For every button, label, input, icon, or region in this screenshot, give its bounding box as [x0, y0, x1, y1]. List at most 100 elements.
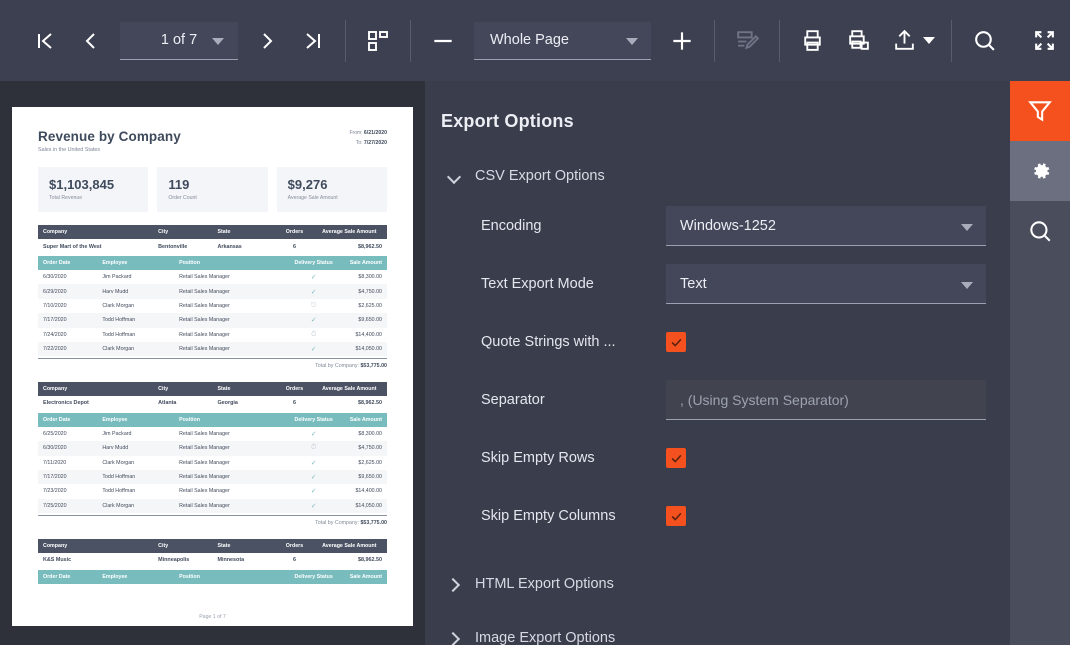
next-page-button[interactable] [244, 18, 290, 64]
rail-settings-button[interactable] [1010, 141, 1070, 201]
table-row: 6/25/2020 Jim Packard Retail Sales Manager… [38, 427, 387, 441]
document-preview-pane[interactable]: Revenue by Company Sales in the United S… [0, 81, 425, 645]
delivery-status-cell: ✓ [285, 498, 342, 513]
employee-cell: Clark Morgan [97, 498, 175, 513]
section-html-export-options[interactable]: HTML Export Options [425, 569, 1010, 599]
company-table: Company City State Orders Average Sale Amoun… [38, 538, 387, 568]
kpi-label: Average Sale Amount [287, 195, 338, 201]
company-cell: Atlanta [158, 400, 177, 407]
page-layout-button[interactable] [355, 18, 401, 64]
column-header: Employee [97, 569, 175, 584]
company-table: Company City State Orders Average Sale Amoun… [38, 225, 387, 254]
employee-cell: Clark Morgan [97, 341, 175, 357]
detail-table: Order Date Employee Position Delivery Statu… [38, 256, 387, 357]
table-header-row: Order Date Employee Position Delivery Statu… [38, 412, 387, 427]
company-cell: Arkansas [217, 243, 242, 250]
row-text-export-mode: Text Export Mode Text [425, 255, 1010, 313]
order-date-cell: 6/30/2020 [38, 441, 98, 456]
position-cell: Retail Sales Manager [174, 498, 286, 513]
first-page-button[interactable] [22, 18, 68, 64]
delivery-status-cell: ⏱ [285, 441, 342, 456]
employee-cell: Todd Hoffman [102, 488, 136, 495]
edit-document-button[interactable] [724, 18, 770, 64]
column-header: Company [38, 381, 154, 396]
zoom-out-button[interactable] [420, 18, 466, 64]
employee-cell: Harv Mudd [97, 284, 175, 299]
export-menu-caret-icon[interactable] [923, 37, 935, 44]
employee-cell: Todd Hoffman [102, 331, 136, 338]
skip-empty-columns-checkbox[interactable] [666, 506, 686, 526]
text-export-mode-value: Text [680, 275, 707, 292]
column-header: Orders [271, 381, 318, 396]
report-group: Company City State Orders Average Sale Amoun… [38, 538, 387, 584]
table-header-row: Company City State Orders Average Sale Amoun… [38, 225, 387, 239]
employee-cell: Harv Mudd [97, 441, 175, 456]
kpi-value: $9,276 [287, 177, 328, 192]
company-cell: 6 [292, 400, 296, 407]
rail-search-button[interactable] [1010, 201, 1070, 261]
sale-amount-cell: $14,400.00 [355, 331, 382, 338]
report-group: Company City State Orders Average Sale Amoun… [38, 381, 387, 526]
column-header: Delivery Status [285, 412, 342, 427]
export-button[interactable] [881, 18, 927, 64]
table-row: 7/22/2020 Clark Morgan Retail Sales Manage… [38, 341, 387, 357]
table-row: 7/25/2020 Clark Morgan Retail Sales Manage… [38, 498, 387, 513]
row-quote-strings: Quote Strings with ... [425, 313, 1010, 371]
zoom-level-dropdown[interactable]: Whole Page [474, 21, 651, 60]
table-header-row: Order Date Employee Position Delivery Statu… [38, 569, 387, 584]
section-csv-export-options[interactable]: CSV Export Options [425, 161, 1010, 191]
previous-page-button[interactable] [68, 18, 114, 64]
order-date-cell: 7/11/2020 [43, 459, 67, 466]
column-header: State [212, 225, 272, 239]
group-total: Total by Company: $53,775.00 [38, 358, 387, 369]
chevron-down-icon [626, 38, 638, 45]
company-cell: Electronics Depot [43, 400, 89, 407]
print-multiple-button[interactable] [835, 18, 881, 64]
kpi-value: $1,103,845 [49, 177, 115, 192]
order-date-cell: 7/10/2020 [43, 302, 67, 309]
column-header: Average Sale Amount [317, 381, 387, 396]
skip-empty-rows-checkbox[interactable] [666, 448, 686, 468]
from-value: 6/21/2020 [363, 130, 387, 136]
column-header: Orders [271, 538, 318, 553]
company-cell: Georgia [217, 400, 238, 407]
column-header: City [153, 538, 213, 553]
column-header: Orders [271, 225, 318, 239]
separator-input[interactable]: , (Using System Separator) [666, 380, 986, 420]
report-group: Company City State Orders Average Sale Amoun… [38, 225, 387, 369]
report-title: Revenue by Company [38, 129, 181, 144]
position-cell: Retail Sales Manager [179, 430, 230, 437]
fullscreen-button[interactable] [1021, 18, 1067, 64]
column-header: Position [174, 412, 286, 427]
position-cell: Retail Sales Manager [179, 302, 230, 309]
detail-table: Order Date Employee Position Delivery Statu… [38, 412, 387, 513]
zoom-in-button[interactable] [659, 18, 705, 64]
print-button[interactable] [789, 18, 835, 64]
rail-filter-button[interactable] [1010, 81, 1070, 141]
group-total: Total by Company: $53,775.00 [38, 515, 387, 526]
column-header: Position [174, 256, 286, 270]
kpi-row: $1,103,845 Total Revenue 119 Order Count $9,… [38, 167, 387, 212]
last-page-button[interactable] [290, 18, 336, 64]
section-image-export-options[interactable]: Image Export Options [425, 623, 1010, 645]
encoding-select[interactable]: Windows-1252 [666, 206, 986, 246]
sale-amount-cell: $14,400.00 [355, 488, 382, 495]
table-row: 7/23/2020 Todd Hoffman Retail Sales Manage… [38, 484, 387, 498]
search-button[interactable] [961, 18, 1007, 64]
page-indicator-dropdown[interactable]: 1 of 7 [120, 21, 238, 60]
column-header: Employee [97, 412, 175, 427]
toolbar-divider [410, 19, 411, 62]
employee-cell: Clark Morgan [102, 459, 135, 466]
company-cell: Bentonville [158, 243, 188, 250]
quote-strings-checkbox[interactable] [666, 332, 686, 352]
chevron-down-icon [961, 223, 973, 231]
text-export-mode-select[interactable]: Text [666, 264, 986, 304]
delivery-status-cell: ✓ [310, 459, 317, 467]
position-cell: Retail Sales Manager [174, 313, 286, 328]
column-header: Delivery Status [285, 256, 342, 270]
chevron-down-icon [961, 281, 973, 289]
kpi-card: 119 Order Count [157, 167, 268, 212]
to-value: 7/27/2020 [363, 139, 387, 146]
table-header-row: Order Date Employee Position Delivery Statu… [38, 256, 387, 270]
column-header: Employee [97, 256, 175, 270]
